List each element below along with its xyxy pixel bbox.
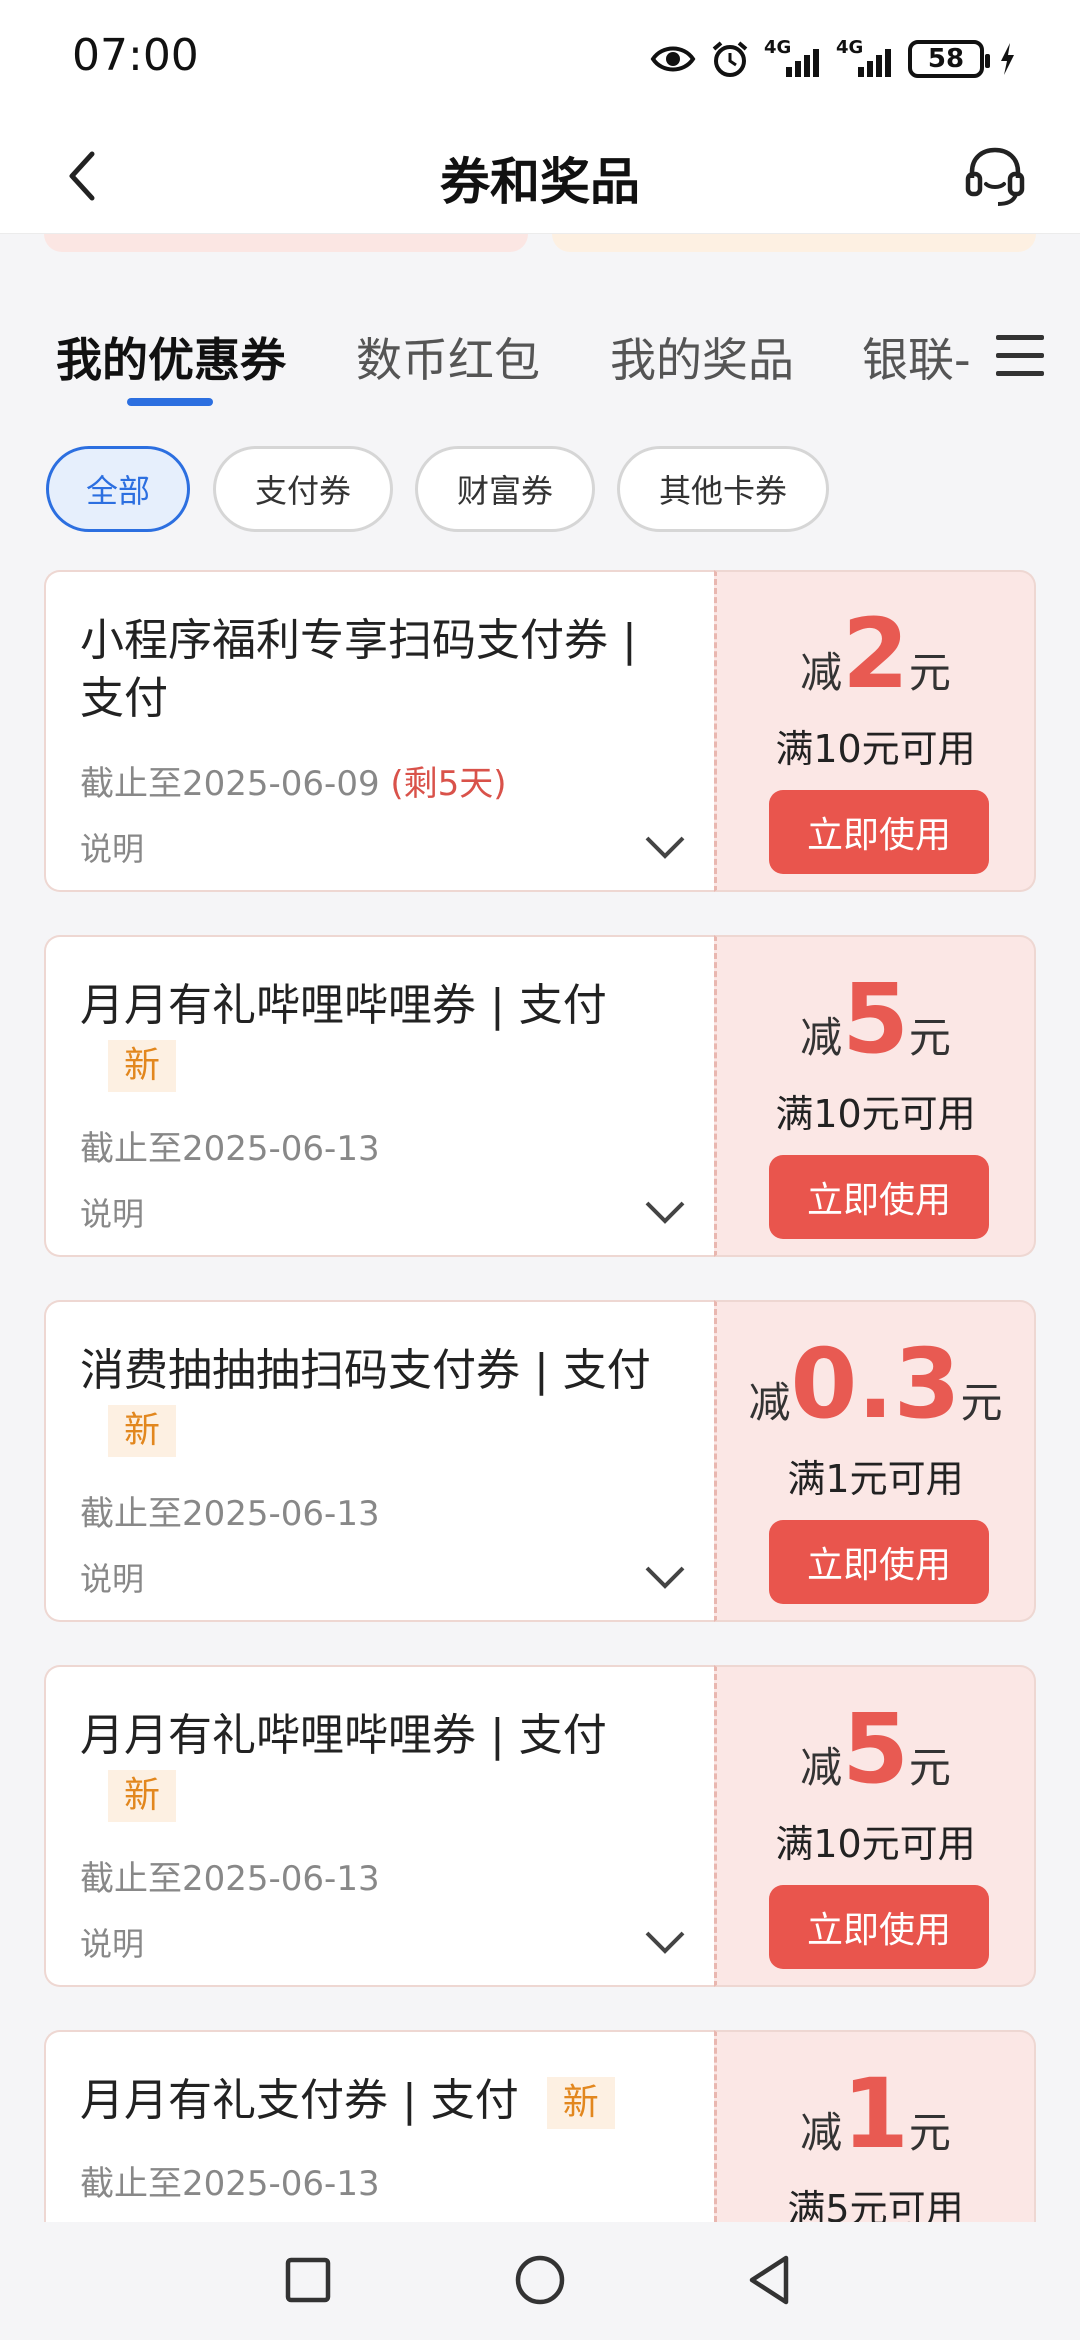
coupon-title: 月月有礼哔哩哔哩券 | 支付新 bbox=[80, 1707, 690, 1823]
chevron-down-icon[interactable] bbox=[644, 1564, 686, 1590]
new-badge: 新 bbox=[108, 1040, 177, 1092]
coupon-condition: 满10元可用 bbox=[775, 1092, 976, 1136]
coupon-deadline: 截止至2025-06-09 (剩5天) bbox=[80, 764, 507, 804]
banner-card-left[interactable] bbox=[44, 234, 528, 252]
coupon-amount: 减 0.3 元 bbox=[748, 1328, 1003, 1440]
coupon-value-panel: 减 0.3 元 满1元可用 立即使用 bbox=[714, 1300, 1036, 1622]
signal-4g-icon: 4G bbox=[764, 37, 822, 79]
tab-bar: 我的优惠券 数币红包 我的奖品 银联- bbox=[0, 300, 1080, 410]
coupon-amount: 减1元 bbox=[800, 2058, 951, 2170]
status-time: 07:00 bbox=[72, 30, 199, 81]
coupon-info: 小程序福利专享扫码支付券 | 支付 截止至2025-06-09 (剩5天) 说明 bbox=[44, 570, 714, 892]
home-circle-icon[interactable] bbox=[510, 2250, 570, 2310]
tab-active-indicator bbox=[127, 398, 213, 406]
coupon-deadline: 截止至2025-06-13 bbox=[80, 1494, 380, 1534]
new-badge: 新 bbox=[108, 1770, 177, 1822]
banner-card-right[interactable] bbox=[552, 234, 1036, 252]
back-triangle-icon[interactable] bbox=[740, 2250, 800, 2310]
status-bar: 07:00 4G 4G 58 bbox=[0, 0, 1080, 118]
eye-icon bbox=[650, 42, 696, 76]
header-bar: 券和奖品 bbox=[0, 118, 1080, 234]
page-title: 券和奖品 bbox=[440, 153, 640, 211]
system-navigation-bar bbox=[0, 2222, 1080, 2340]
coupon-description-toggle[interactable]: 说明 bbox=[80, 1554, 144, 1600]
new-badge: 新 bbox=[108, 1405, 177, 1457]
new-badge: 新 bbox=[546, 2077, 615, 2129]
tab-digital-red-packet[interactable]: 数币红包 bbox=[356, 324, 540, 390]
coupon-description-toggle[interactable]: 说明 bbox=[80, 824, 144, 870]
signal-4g-icon: 4G bbox=[836, 37, 894, 79]
customer-service-headset-icon[interactable] bbox=[962, 142, 1028, 208]
coupon-info: 月月有礼哔哩哔哩券 | 支付新 截止至2025-06-13 说明 bbox=[44, 935, 714, 1257]
coupon-info: 月月有礼支付券 | 支付新 截止至2025-06-13 bbox=[44, 2030, 714, 2222]
tab-my-coupons[interactable]: 我的优惠券 bbox=[56, 324, 286, 390]
coupon-info: 月月有礼哔哩哔哩券 | 支付新 截止至2025-06-13 说明 bbox=[44, 1665, 714, 1987]
coupon-title: 小程序福利专享扫码支付券 | 支付 bbox=[80, 615, 637, 724]
coupon-amount: 减5元 bbox=[800, 963, 951, 1075]
coupon-value-panel: 减1元 满5元可用 bbox=[714, 2030, 1036, 2231]
battery-icon: 58 bbox=[908, 40, 990, 78]
coupon-title: 月月有礼哔哩哔哩券 | 支付新 bbox=[80, 977, 690, 1093]
recent-apps-square-icon[interactable] bbox=[278, 2250, 338, 2310]
coupon-value-panel: 减5元 满10元可用 立即使用 bbox=[714, 935, 1036, 1257]
chevron-down-icon[interactable] bbox=[644, 834, 686, 860]
status-icons: 4G 4G 58 bbox=[650, 36, 1016, 82]
coupon-condition: 满10元可用 bbox=[775, 727, 976, 771]
chevron-down-icon[interactable] bbox=[644, 1929, 686, 1955]
coupon-card: 消费抽抽抽扫码支付券 | 支付新 截止至2025-06-13 说明 减 0.3 元 … bbox=[44, 1300, 1036, 1622]
coupon-info: 消费抽抽抽扫码支付券 | 支付新 截止至2025-06-13 说明 bbox=[44, 1300, 714, 1622]
coupon-deadline: 截止至2025-06-13 bbox=[80, 1129, 380, 1169]
filter-chip-all[interactable]: 全部 bbox=[46, 446, 190, 532]
coupon-card: 月月有礼哔哩哔哩券 | 支付新 截止至2025-06-13 说明 减5元 满10… bbox=[44, 1665, 1036, 1987]
coupon-value-panel: 减5元 满10元可用 立即使用 bbox=[714, 1665, 1036, 1987]
chevron-down-icon[interactable] bbox=[644, 1199, 686, 1225]
coupon-amount: 减5元 bbox=[800, 1693, 951, 1805]
coupon-card: 月月有礼哔哩哔哩券 | 支付新 截止至2025-06-13 说明 减5元 满10… bbox=[44, 935, 1036, 1257]
filter-chip-other-cards[interactable]: 其他卡券 bbox=[617, 446, 829, 532]
coupon-title: 消费抽抽抽扫码支付券 | 支付新 bbox=[80, 1342, 690, 1458]
coupon-deadline: 截止至2025-06-13 bbox=[80, 2164, 380, 2204]
use-now-button[interactable]: 立即使用 bbox=[769, 1520, 989, 1604]
coupon-value-panel: 减2元 满10元可用 立即使用 bbox=[714, 570, 1036, 892]
charging-icon bbox=[998, 41, 1016, 77]
coupon-card: 小程序福利专享扫码支付券 | 支付 截止至2025-06-09 (剩5天) 说明… bbox=[44, 570, 1036, 892]
coupon-description-toggle[interactable]: 说明 bbox=[80, 1189, 144, 1235]
coupon-remaining-days: (剩5天) bbox=[390, 764, 507, 804]
coupon-description-toggle[interactable]: 说明 bbox=[80, 1919, 144, 1965]
coupon-deadline: 截止至2025-06-13 bbox=[80, 1859, 380, 1899]
tab-unionpay[interactable]: 银联- bbox=[862, 324, 971, 390]
hamburger-menu-icon[interactable] bbox=[978, 320, 1054, 390]
filter-chip-payment[interactable]: 支付券 bbox=[213, 446, 393, 532]
coupon-card: 月月有礼支付券 | 支付新 截止至2025-06-13 减1元 满5元可用 bbox=[44, 2030, 1036, 2231]
tab-my-prizes[interactable]: 我的奖品 bbox=[610, 324, 794, 390]
filter-chips: 全部 支付券 财富券 其他卡券 bbox=[0, 446, 1080, 534]
coupon-condition: 满1元可用 bbox=[787, 1457, 964, 1501]
use-now-button[interactable]: 立即使用 bbox=[769, 1885, 989, 1969]
filter-chip-wealth[interactable]: 财富券 bbox=[415, 446, 595, 532]
coupon-title: 月月有礼支付券 | 支付新 bbox=[80, 2072, 720, 2130]
use-now-button[interactable]: 立即使用 bbox=[769, 790, 989, 874]
alarm-icon bbox=[710, 39, 750, 79]
coupon-condition: 满10元可用 bbox=[775, 1822, 976, 1866]
coupon-amount: 减2元 bbox=[800, 598, 951, 710]
use-now-button[interactable]: 立即使用 bbox=[769, 1155, 989, 1239]
